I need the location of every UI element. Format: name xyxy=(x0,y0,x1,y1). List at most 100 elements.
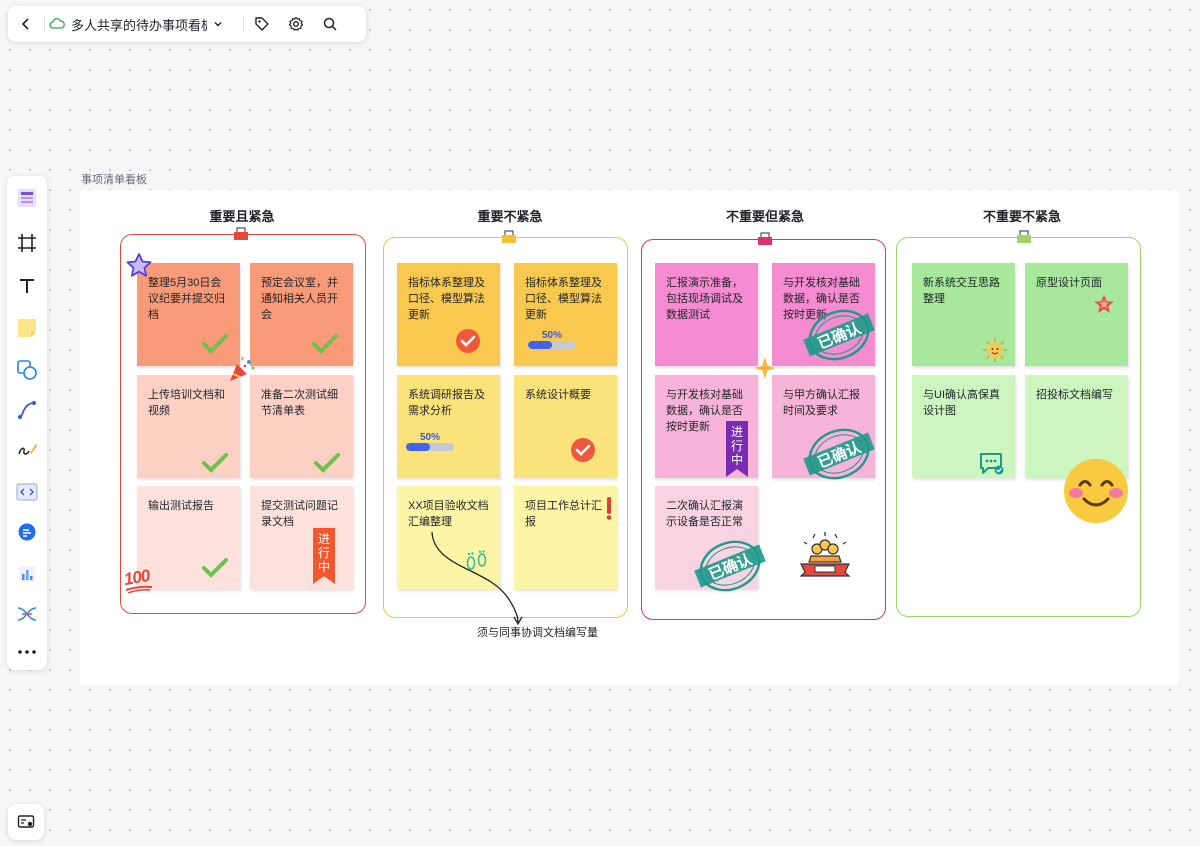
sticky-note-text: 提交测试问题记录文档 xyxy=(261,500,338,528)
hundred-underline-icon xyxy=(125,585,153,593)
top-toolbar: 多人共享的待办事项看板-免费 xyxy=(8,6,366,42)
binder-clip-icon xyxy=(502,230,516,243)
column-title: 重要不紧急 xyxy=(477,209,543,224)
in-progress-badge: 进行中 xyxy=(313,528,335,584)
back-button[interactable] xyxy=(12,10,40,38)
connector-tool[interactable] xyxy=(13,396,41,424)
column-title: 重要且紧急 xyxy=(209,209,275,224)
search-icon xyxy=(323,17,337,31)
sticky-note-text: 上传培训文档和视频 xyxy=(148,389,225,417)
checkmark-icon xyxy=(202,558,228,578)
progress-indicator: 50% xyxy=(406,432,454,451)
celebration-icon xyxy=(799,532,851,577)
minimap-button[interactable] xyxy=(8,804,44,840)
binder-clip-icon xyxy=(234,227,248,240)
minimap-icon xyxy=(17,815,35,828)
sticky-note-icon xyxy=(18,319,36,337)
sparkle-icon xyxy=(754,357,776,379)
embed-tool[interactable] xyxy=(13,478,41,506)
sticky-note-text: 招投标文档编写 xyxy=(1036,389,1113,401)
sticky-note-text: 指标体系整理及口径、模型算法更新 xyxy=(408,277,485,321)
sticky-note-tool[interactable] xyxy=(13,314,41,342)
red-star-icon xyxy=(1094,294,1114,313)
mindmap-tool[interactable] xyxy=(13,518,41,546)
sticky-note[interactable]: 系统调研报告及需求分析 xyxy=(397,375,500,478)
sticky-note-text: 原型设计页面 xyxy=(1036,277,1102,289)
more-icon xyxy=(18,650,36,654)
toolbar-divider xyxy=(243,15,244,33)
checkmark-icon xyxy=(314,453,340,473)
column-title: 不重要不紧急 xyxy=(982,209,1061,224)
doc-title-dropdown[interactable]: 多人共享的待办事项看板-免费 xyxy=(49,15,239,34)
checkmark-icon xyxy=(202,334,228,354)
code-embed-icon xyxy=(16,483,38,501)
more-shapes-tool[interactable] xyxy=(13,600,41,628)
tag-icon xyxy=(255,17,269,31)
shape-icon xyxy=(17,360,37,380)
connector-icon xyxy=(18,401,36,419)
mindmap-icon xyxy=(18,523,36,541)
left-toolbar xyxy=(7,176,47,670)
progress-bar xyxy=(406,443,454,451)
sticky-note[interactable]: 指标体系整理及口径、模型算法更新 xyxy=(397,263,500,366)
frame-label[interactable]: 事项清单看板 xyxy=(81,171,147,187)
sticky-note-text: 准备二次测试细节清单表 xyxy=(261,389,338,417)
frame-tool[interactable] xyxy=(13,229,41,257)
sticky-note[interactable]: 项目工作总计汇报 xyxy=(514,486,617,589)
sticky-note[interactable]: 提交测试问题记录文档 xyxy=(250,486,353,589)
sticky-note[interactable]: 指标体系整理及口径、模型算法更新 xyxy=(514,263,617,366)
gear-icon xyxy=(288,16,304,31)
sticky-note-text: 与UI确认高保真设计图 xyxy=(923,389,1000,417)
text-tool[interactable] xyxy=(13,272,41,300)
frame-icon xyxy=(18,234,36,252)
chevron-down-icon xyxy=(214,22,222,27)
pen-icon xyxy=(18,444,37,455)
sticky-note-text: 汇报演示准备，包括现场调试及数据测试 xyxy=(666,277,743,321)
toolbar-divider xyxy=(44,15,45,33)
exclamation-icon xyxy=(606,497,612,520)
sticky-note-text: 系统设计概要 xyxy=(525,389,591,401)
annotation-text[interactable]: 须与同事协调文档编写量 xyxy=(477,624,598,640)
template-tool[interactable] xyxy=(13,184,41,212)
template-icon xyxy=(18,189,36,207)
sticky-note-text: 项目工作总计汇报 xyxy=(525,500,602,528)
sticky-note-text: 整理5月30日会议纪要并提交归档 xyxy=(148,277,225,321)
sticky-note-text: 指标体系整理及口径、模型算法更新 xyxy=(525,277,602,321)
connector-arrow[interactable] xyxy=(428,528,528,628)
column-title: 不重要但紧急 xyxy=(725,209,804,224)
sun-sticker-icon xyxy=(983,338,1007,362)
pen-tool[interactable] xyxy=(13,436,41,464)
sticky-note-text: 系统调研报告及需求分析 xyxy=(408,389,485,417)
confirmed-stamp: 已确认 xyxy=(803,309,875,361)
sticky-note-text: 预定会议室，并通知相关人员开会 xyxy=(261,277,338,321)
settings-button[interactable] xyxy=(282,10,310,38)
checkmark-icon xyxy=(202,453,228,473)
sticky-note[interactable]: 汇报演示准备，包括现场调试及数据测试 xyxy=(655,263,758,366)
text-icon xyxy=(20,279,34,293)
done-check-icon xyxy=(571,438,595,462)
sticky-note-text: XX项目验收文档汇编整理 xyxy=(408,500,489,528)
shape-tool[interactable] xyxy=(13,356,41,384)
sticky-note-text: 输出测试报告 xyxy=(148,500,214,512)
confirmed-stamp: 已确认 xyxy=(694,540,766,592)
doc-title: 多人共享的待办事项看板-免费 xyxy=(71,17,207,33)
tag-button[interactable] xyxy=(248,10,276,38)
progress-fill xyxy=(406,443,430,451)
binder-clip-icon xyxy=(1017,230,1031,243)
smiling-face-icon xyxy=(1064,459,1128,523)
progress-bar xyxy=(528,341,576,349)
chart-icon xyxy=(19,566,35,582)
sticky-note-text: 新系统交互思路整理 xyxy=(923,277,1000,305)
in-progress-badge: 进行中 xyxy=(726,421,748,477)
binder-clip-icon xyxy=(758,232,772,245)
more-tools-button[interactable] xyxy=(13,638,41,666)
chart-tool[interactable] xyxy=(13,560,41,588)
star-sticker-icon xyxy=(126,253,152,277)
cloud-icon xyxy=(49,18,65,29)
chat-check-icon xyxy=(980,453,1004,475)
sticky-note[interactable]: 系统设计概要 xyxy=(514,375,617,478)
sticky-note-text: 二次确认汇报演示设备是否正常 xyxy=(666,500,743,528)
search-button[interactable] xyxy=(316,10,344,38)
checkmark-icon xyxy=(312,334,338,354)
chevron-left-icon xyxy=(21,18,29,30)
